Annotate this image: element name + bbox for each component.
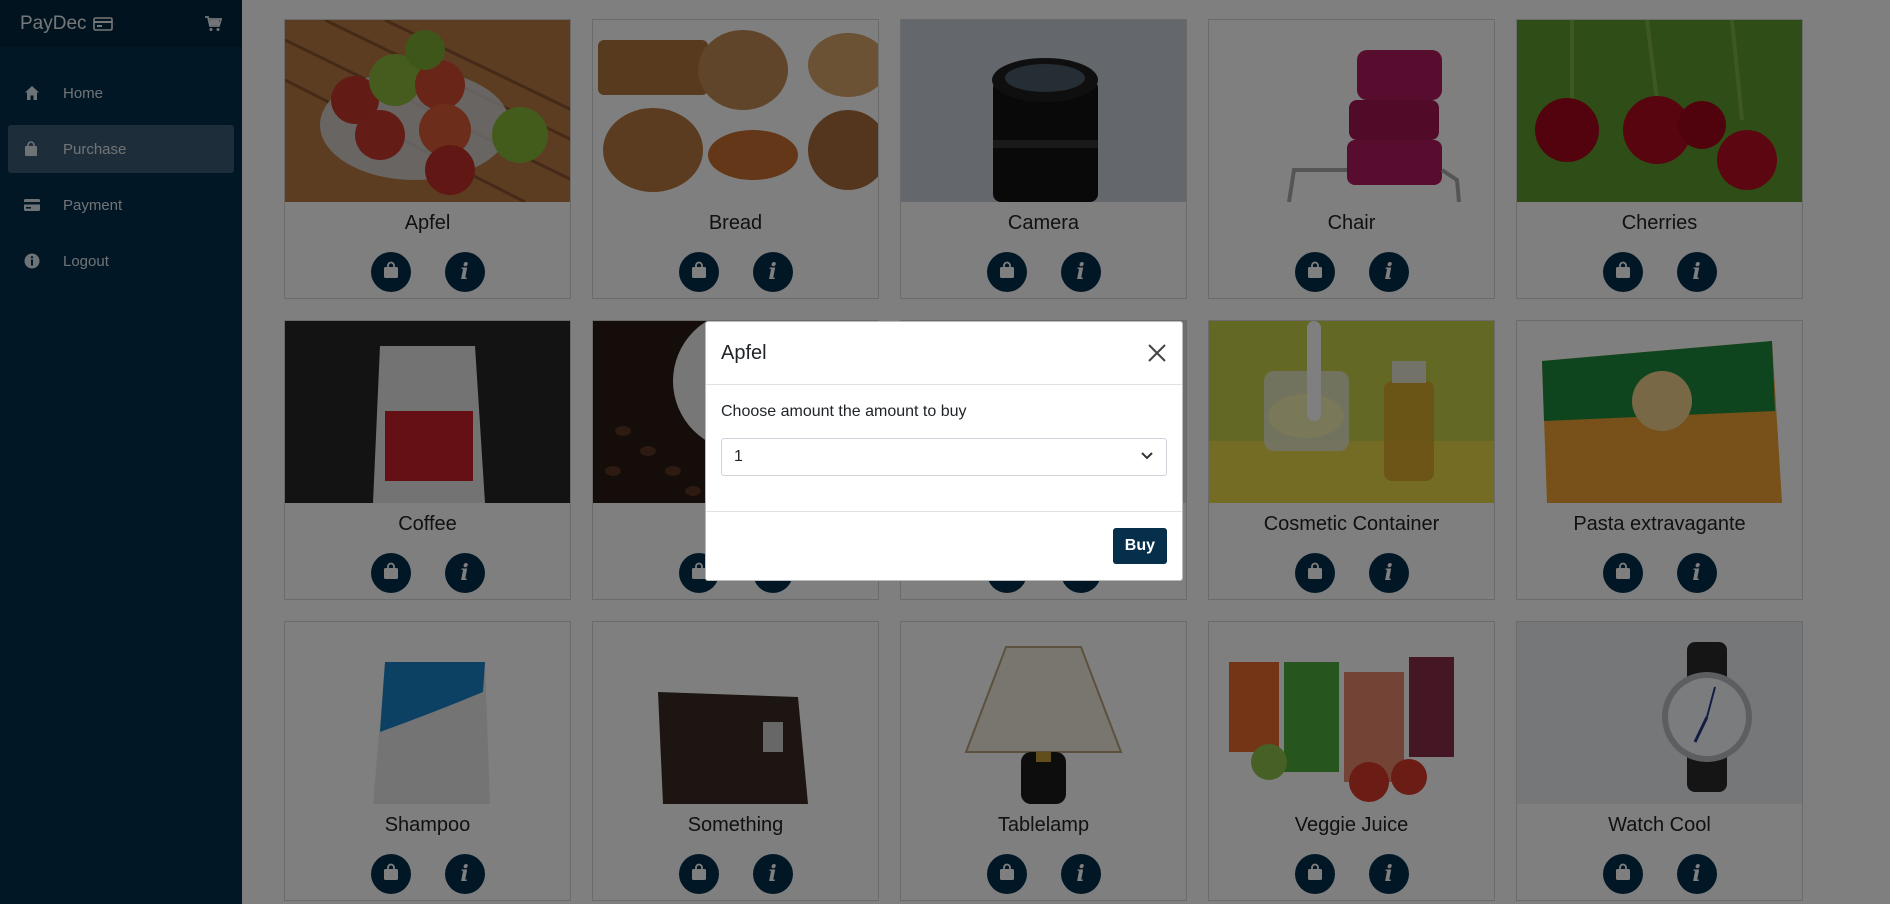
chevron-down-icon	[1140, 448, 1154, 466]
amount-label: Choose amount the amount to buy	[721, 403, 967, 420]
modal-title: Apfel	[721, 341, 767, 364]
modal-footer: Buy	[706, 512, 1182, 580]
amount-select-value: 1	[734, 448, 743, 465]
close-icon[interactable]	[1147, 343, 1167, 363]
modal-body: Choose amount the amount to buy 1	[706, 385, 1182, 512]
modal-header: Apfel	[706, 322, 1182, 385]
amount-select[interactable]: 1	[721, 438, 1167, 476]
purchase-modal: Apfel Choose amount the amount to buy 1 …	[705, 321, 1183, 581]
buy-button[interactable]: Buy	[1112, 528, 1167, 564]
